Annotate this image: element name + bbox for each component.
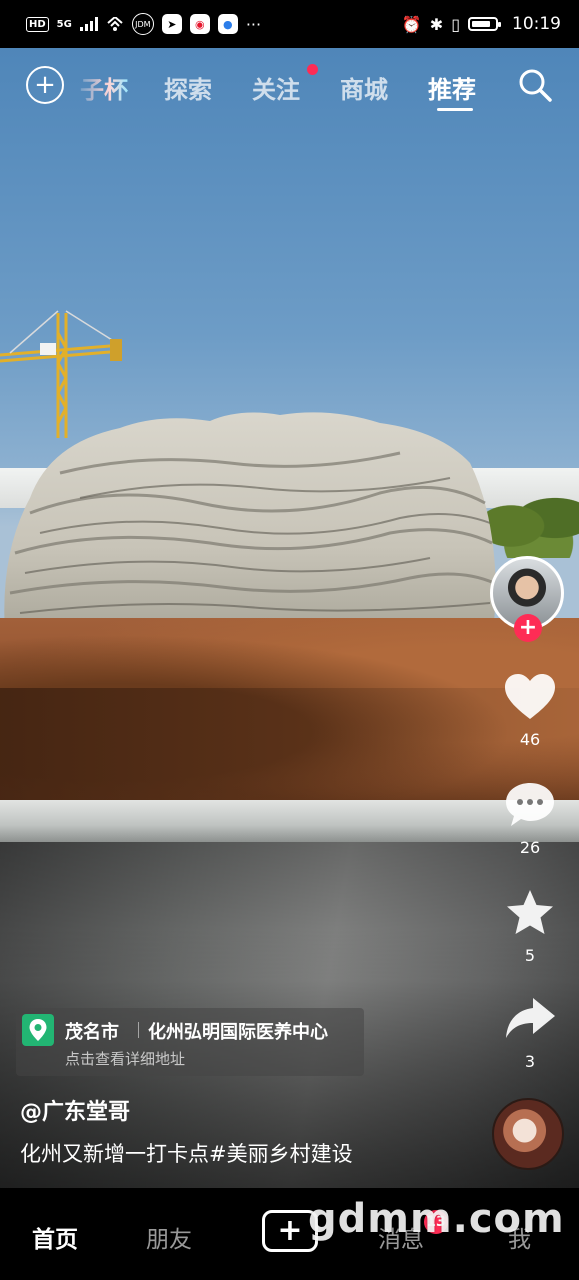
browser-app-icon: ● — [217, 14, 238, 34]
favorite-count: 5 — [524, 946, 536, 965]
tab-explore[interactable]: 探索 — [164, 70, 212, 105]
search-icon[interactable] — [518, 68, 552, 102]
heart-icon — [505, 674, 555, 719]
like-count: 46 — [519, 730, 541, 749]
network-badge: HD — [26, 16, 49, 32]
music-disc-icon[interactable] — [492, 1098, 564, 1170]
tab-recommend[interactable]: 推荐 — [428, 70, 476, 105]
author-handle[interactable]: @广东堂哥 — [20, 1094, 130, 1126]
favorite-button[interactable]: 5 — [490, 888, 570, 965]
signal-label: 5G — [56, 18, 72, 30]
comment-icon — [506, 783, 554, 826]
share-button[interactable]: 3 — [490, 994, 570, 1071]
video-caption[interactable]: 化州又新增一打卡点#美丽乡村建设 — [20, 1138, 353, 1168]
top-nav: + 子杯 探索 关注 商城 推荐 — [0, 60, 579, 116]
send-app-icon: ➤ — [161, 14, 182, 34]
status-bar: HD 5G JDM ➤ ◉ ● ··· ⏰ ✱ ▯ 10:19 — [0, 0, 579, 48]
bottom-nav: 首页 朋友 + 消息 13 我 gdmm.com — [0, 1188, 579, 1280]
share-count: 3 — [524, 1052, 536, 1071]
star-icon — [507, 890, 553, 934]
location-divider — [138, 1022, 139, 1038]
cup-event-logo[interactable]: 子杯 — [80, 70, 128, 105]
more-notifications: ··· — [245, 14, 262, 34]
nav-friends[interactable]: 朋友 — [146, 1220, 192, 1254]
share-arrow-icon — [506, 998, 555, 1038]
comment-count: 26 — [519, 838, 541, 857]
location-city: 茂名市 — [65, 1022, 119, 1043]
like-button[interactable]: 46 — [490, 672, 570, 749]
jdm-app-icon: JDM — [131, 13, 154, 35]
status-right: ⏰ ✱ ▯ 10:19 — [402, 14, 561, 34]
add-circle-icon[interactable]: + — [26, 66, 64, 104]
vibrate-icon: ▯ — [451, 14, 460, 34]
active-tab-indicator — [437, 108, 473, 111]
comment-button[interactable]: 26 — [490, 780, 570, 857]
location-pin-icon — [22, 1014, 54, 1046]
location-hint: 点击查看详细地址 — [65, 1050, 186, 1068]
location-poi: 化州弘明国际医养中心 — [148, 1022, 328, 1043]
alarm-icon: ⏰ — [401, 14, 422, 34]
boulder — [4, 412, 497, 637]
battery-icon — [468, 17, 501, 31]
status-left: HD 5G JDM ➤ ◉ ● ··· — [26, 13, 261, 35]
signal-icon — [79, 17, 98, 31]
following-notification-dot — [307, 64, 318, 75]
wifi-icon — [107, 17, 123, 31]
location-card[interactable]: 茂名市 化州弘明国际医养中心 点击查看详细地址 — [16, 1008, 364, 1076]
weibo-app-icon: ◉ — [189, 14, 210, 34]
nav-home[interactable]: 首页 — [32, 1220, 78, 1254]
tab-mall[interactable]: 商城 — [340, 70, 388, 105]
follow-button[interactable]: + — [514, 614, 542, 642]
watermark: gdmm.com — [308, 1196, 565, 1242]
bluetooth-icon: ✱ — [429, 14, 444, 34]
tab-following[interactable]: 关注 — [252, 70, 300, 105]
clock: 10:19 — [512, 14, 561, 34]
